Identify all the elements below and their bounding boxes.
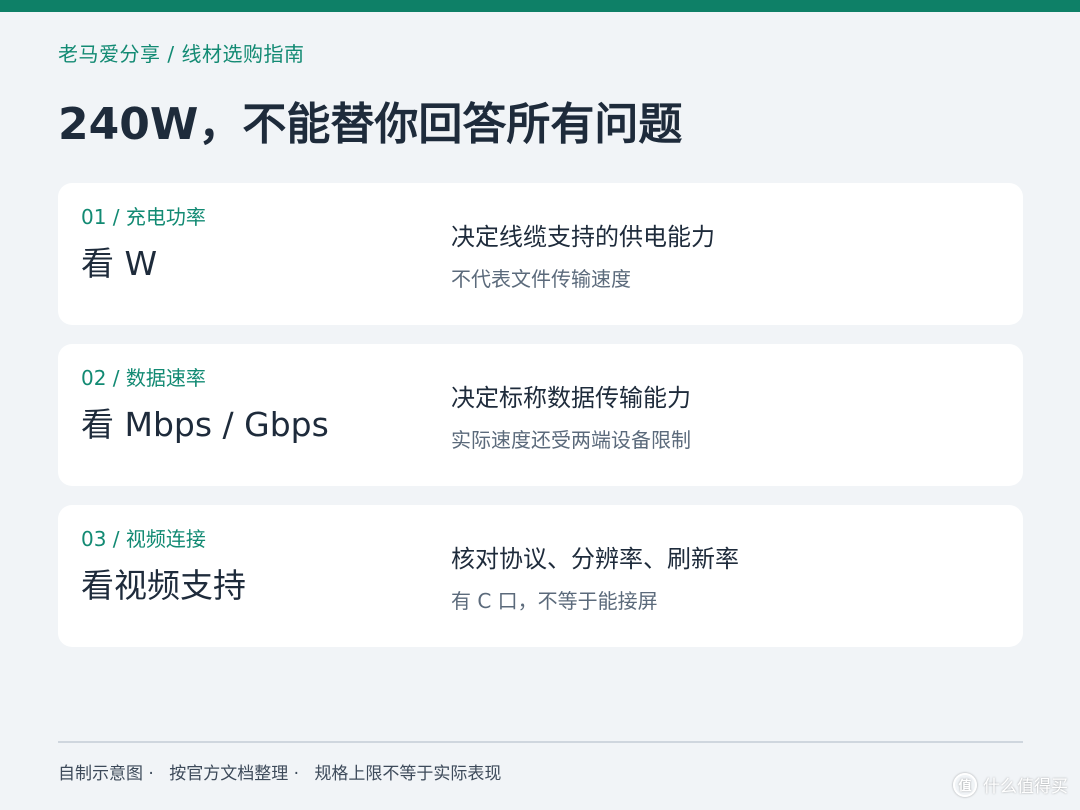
card-charging-power: 01 / 充电功率 看 W 决定线缆支持的供电能力 不代表文件传输速度 bbox=[58, 183, 1023, 325]
card-tag: 02 / 数据速率 bbox=[81, 366, 206, 390]
card-heading: 看视频支持 bbox=[81, 566, 246, 605]
footer-notes: 自制示意图 · 按官方文档整理 · 规格上限不等于实际表现 bbox=[58, 759, 511, 784]
footer-item: 规格上限不等于实际表现 bbox=[314, 764, 502, 784]
footer-divider bbox=[58, 741, 1023, 743]
info-cards: 01 / 充电功率 看 W 决定线缆支持的供电能力 不代表文件传输速度 02 /… bbox=[58, 183, 1023, 666]
watermark-text: 什么值得买 bbox=[983, 777, 1068, 797]
card-description: 决定标称数据传输能力 bbox=[451, 384, 691, 412]
card-data-rate: 02 / 数据速率 看 Mbps / Gbps 决定标称数据传输能力 实际速度还… bbox=[58, 344, 1023, 486]
footer-item: 自制示意图 · bbox=[58, 764, 154, 784]
watermark: 值 什么值得买 bbox=[953, 772, 1068, 797]
card-tag: 03 / 视频连接 bbox=[81, 527, 206, 551]
card-note: 有 C 口，不等于能接屏 bbox=[451, 589, 658, 613]
card-heading: 看 W bbox=[81, 244, 158, 283]
card-heading: 看 Mbps / Gbps bbox=[81, 405, 329, 444]
card-tag: 01 / 充电功率 bbox=[81, 205, 206, 229]
breadcrumb: 老马爱分享 / 线材选购指南 bbox=[58, 42, 305, 66]
card-description: 核对协议、分辨率、刷新率 bbox=[451, 545, 739, 573]
watermark-logo-icon: 值 bbox=[953, 772, 977, 797]
top-accent-bar bbox=[0, 0, 1080, 12]
footer-item: 按官方文档整理 · bbox=[169, 764, 300, 784]
card-video-connection: 03 / 视频连接 看视频支持 核对协议、分辨率、刷新率 有 C 口，不等于能接… bbox=[58, 505, 1023, 647]
card-note: 实际速度还受两端设备限制 bbox=[451, 428, 691, 452]
card-description: 决定线缆支持的供电能力 bbox=[451, 223, 715, 251]
card-note: 不代表文件传输速度 bbox=[451, 267, 631, 291]
page-title: 240W，不能替你回答所有问题 bbox=[58, 99, 683, 150]
